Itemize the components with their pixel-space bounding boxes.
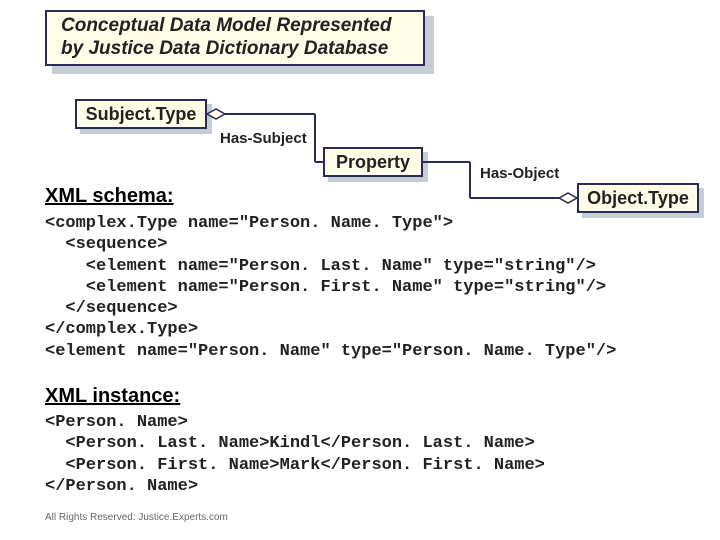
xml-schema-code: <complex.Type name="Person. Name. Type">… bbox=[45, 213, 616, 362]
has-subject-label: Has-Subject bbox=[220, 130, 307, 147]
title-line-1: Conceptual Data Model Represented bbox=[61, 15, 423, 38]
xml-schema-heading: XML schema: bbox=[45, 185, 174, 208]
has-object-label: Has-Object bbox=[480, 165, 559, 182]
title-line-2: by Justice Data Dictionary Database bbox=[61, 38, 423, 61]
footer-text: All Rights Reserved: Justice.Experts.com bbox=[45, 512, 228, 523]
property-label: Property bbox=[336, 152, 410, 173]
title-box: Conceptual Data Model Represented by Jus… bbox=[45, 10, 425, 66]
object-type-node: Object.Type bbox=[577, 183, 699, 213]
subject-type-node: Subject.Type bbox=[75, 99, 207, 129]
object-type-label: Object.Type bbox=[587, 188, 689, 209]
xml-instance-code: <Person. Name> <Person. Last. Name>Kindl… bbox=[45, 412, 545, 497]
subject-type-label: Subject.Type bbox=[86, 104, 197, 125]
xml-instance-heading: XML instance: bbox=[45, 385, 180, 408]
property-node: Property bbox=[323, 147, 423, 177]
